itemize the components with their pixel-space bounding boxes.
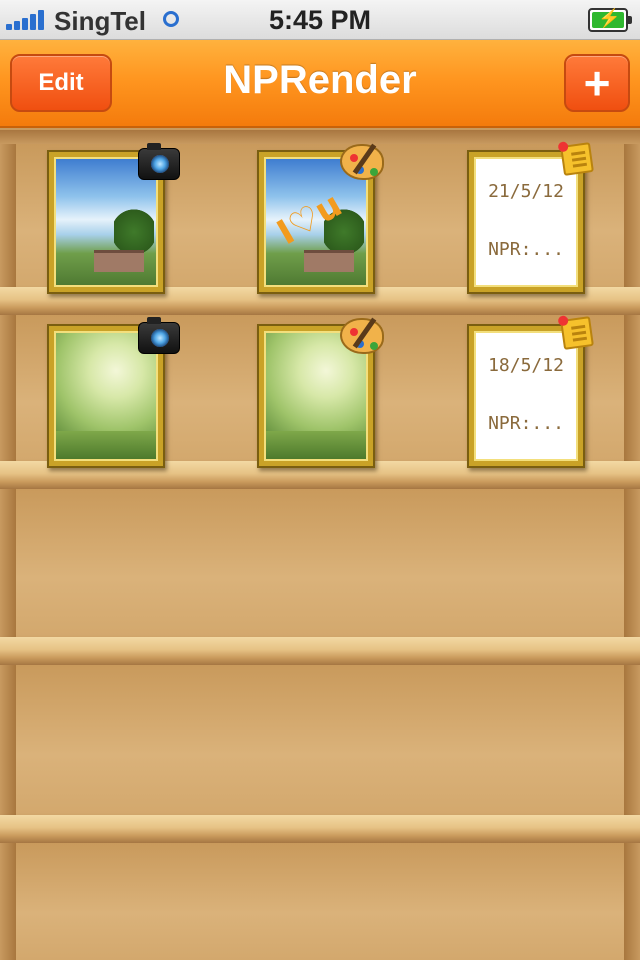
shelf-row-4 [0, 665, 640, 815]
shelf-top-beam [0, 130, 640, 144]
palette-icon [340, 317, 384, 354]
shelf-plank [0, 815, 640, 843]
shelf-plank [0, 637, 640, 665]
page-title: NPRender [223, 58, 417, 102]
bookshelf: I♡u 21/5/12 NPR:... 18/5/12 NPR:... [0, 130, 640, 960]
navigation-bar: Edit NPRender + [0, 40, 640, 128]
camera-icon [138, 317, 180, 354]
palette-icon [340, 143, 384, 180]
sticky-note-icon [560, 142, 594, 176]
shelf-row-5 [0, 843, 640, 960]
note-card: 21/5/12 NPR:... [474, 157, 578, 287]
battery-icon: ⚡ [588, 8, 632, 32]
sticky-note-icon [560, 316, 594, 350]
status-bar: SingTel 5:45 PM ⚡ [0, 0, 640, 40]
status-time: 5:45 PM [268, 5, 372, 35]
shelf-row-3 [0, 489, 640, 637]
note-date: 18/5/12 [488, 355, 564, 376]
note-preview: NPR:... [488, 239, 564, 260]
note-preview: NPR:... [488, 413, 564, 434]
note-card: 18/5/12 NPR:... [474, 331, 578, 461]
add-button[interactable]: + [564, 54, 630, 112]
camera-icon [138, 143, 180, 180]
note-date: 21/5/12 [488, 181, 564, 202]
